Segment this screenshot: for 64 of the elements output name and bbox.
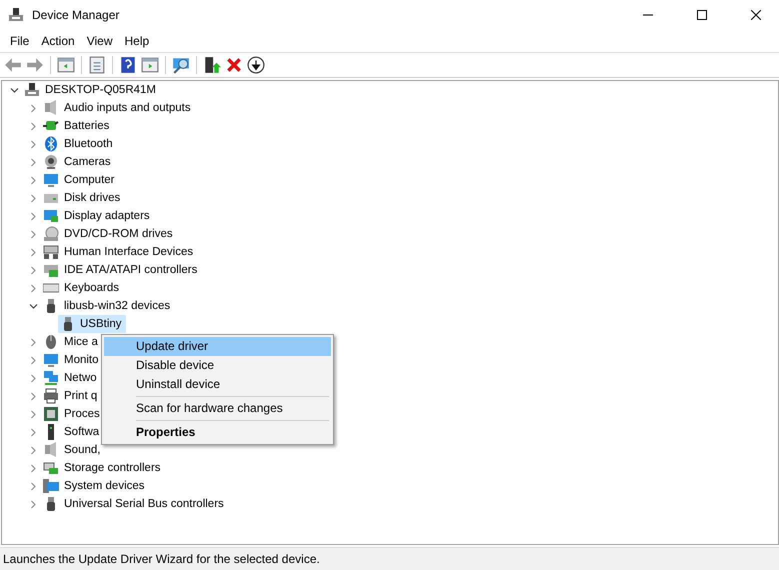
tree-item[interactable]: Monito xyxy=(64,354,99,366)
tree-item[interactable]: Mice a xyxy=(64,336,98,348)
speaker-icon xyxy=(43,100,59,116)
tree-item[interactable]: Universal Serial Bus controllers xyxy=(64,498,224,510)
menu-bar-item[interactable]: Help xyxy=(118,34,156,48)
tree-item[interactable]: Computer xyxy=(64,174,114,186)
storage-icon xyxy=(43,460,59,476)
tree-item[interactable]: Cameras xyxy=(64,156,111,168)
tree-item[interactable]: Human Interface Devices xyxy=(64,246,194,258)
webcam-icon xyxy=(43,154,59,170)
forward-arrow-icon xyxy=(26,56,44,74)
display-card-icon xyxy=(43,208,59,224)
tree-item[interactable]: Proces xyxy=(64,408,100,420)
disc-drive-icon xyxy=(43,226,59,242)
menu-item[interactable]: Disable device xyxy=(104,356,331,375)
tree-item[interactable]: Softwa xyxy=(64,426,100,438)
menu-bar-item[interactable]: View xyxy=(80,34,118,48)
tree-item[interactable]: DVD/CD-ROM drives xyxy=(64,228,173,240)
scan-monitor-icon xyxy=(172,56,190,74)
tree-item[interactable]: Batteries xyxy=(64,120,110,132)
help-icon xyxy=(119,56,137,74)
menu-bar-item[interactable]: Action xyxy=(35,34,81,48)
back-arrow-icon xyxy=(4,56,22,74)
tree-item[interactable]: USBtiny xyxy=(58,315,126,333)
tree-item[interactable]: IDE ATA/ATAPI controllers xyxy=(64,264,198,276)
maximize-icon xyxy=(697,10,707,20)
menu-item[interactable]: Uninstall device xyxy=(104,375,331,394)
tree-item[interactable]: Keyboards xyxy=(64,282,119,294)
update-driver-icon xyxy=(203,56,221,74)
close-icon xyxy=(751,10,761,20)
console-tree-icon xyxy=(57,56,75,74)
app-icon xyxy=(8,7,24,23)
tree-item[interactable]: Display adapters xyxy=(64,210,150,222)
menu-item[interactable]: Properties xyxy=(104,423,331,442)
tree-item[interactable]: Audio inputs and outputs xyxy=(64,102,191,114)
computer-icon xyxy=(43,478,59,494)
computer-tower-icon xyxy=(24,82,40,98)
tree-item[interactable]: Disk drives xyxy=(64,192,120,204)
printer-icon xyxy=(43,388,59,404)
properties-icon xyxy=(88,56,106,74)
menu-item[interactable]: Scan for hardware changes xyxy=(104,399,331,418)
action-pane-icon xyxy=(141,56,159,74)
mouse-icon xyxy=(43,334,59,350)
monitor-icon xyxy=(43,352,59,368)
network-icon xyxy=(43,370,59,386)
window-title: Device Manager xyxy=(32,8,120,22)
controller-card-icon xyxy=(43,262,59,278)
tree-item[interactable]: Sound, xyxy=(64,444,100,456)
monitor-icon xyxy=(43,172,59,188)
tree-item[interactable]: DESKTOP-Q05R41M xyxy=(45,84,156,96)
tree-item[interactable]: Storage controllers xyxy=(64,462,161,474)
keyboard-mouse-icon xyxy=(43,244,59,260)
bluetooth-icon xyxy=(43,136,59,152)
speaker-icon xyxy=(43,442,59,458)
menu-bar-item[interactable]: File xyxy=(4,34,36,48)
chip-icon xyxy=(43,406,59,422)
menu-item[interactable]: Update driver xyxy=(104,337,331,356)
tree-item[interactable]: Bluetooth xyxy=(64,138,113,150)
tree-item[interactable]: Netwo xyxy=(64,372,97,384)
tree-item[interactable]: System devices xyxy=(64,480,145,492)
tree-item[interactable]: libusb-win32 devices xyxy=(64,300,170,312)
uninstall-x-icon xyxy=(225,56,243,74)
tree-item[interactable]: Print q xyxy=(64,390,98,402)
status-text: Launches the Update Driver Wizard for the selected device. xyxy=(3,552,320,566)
